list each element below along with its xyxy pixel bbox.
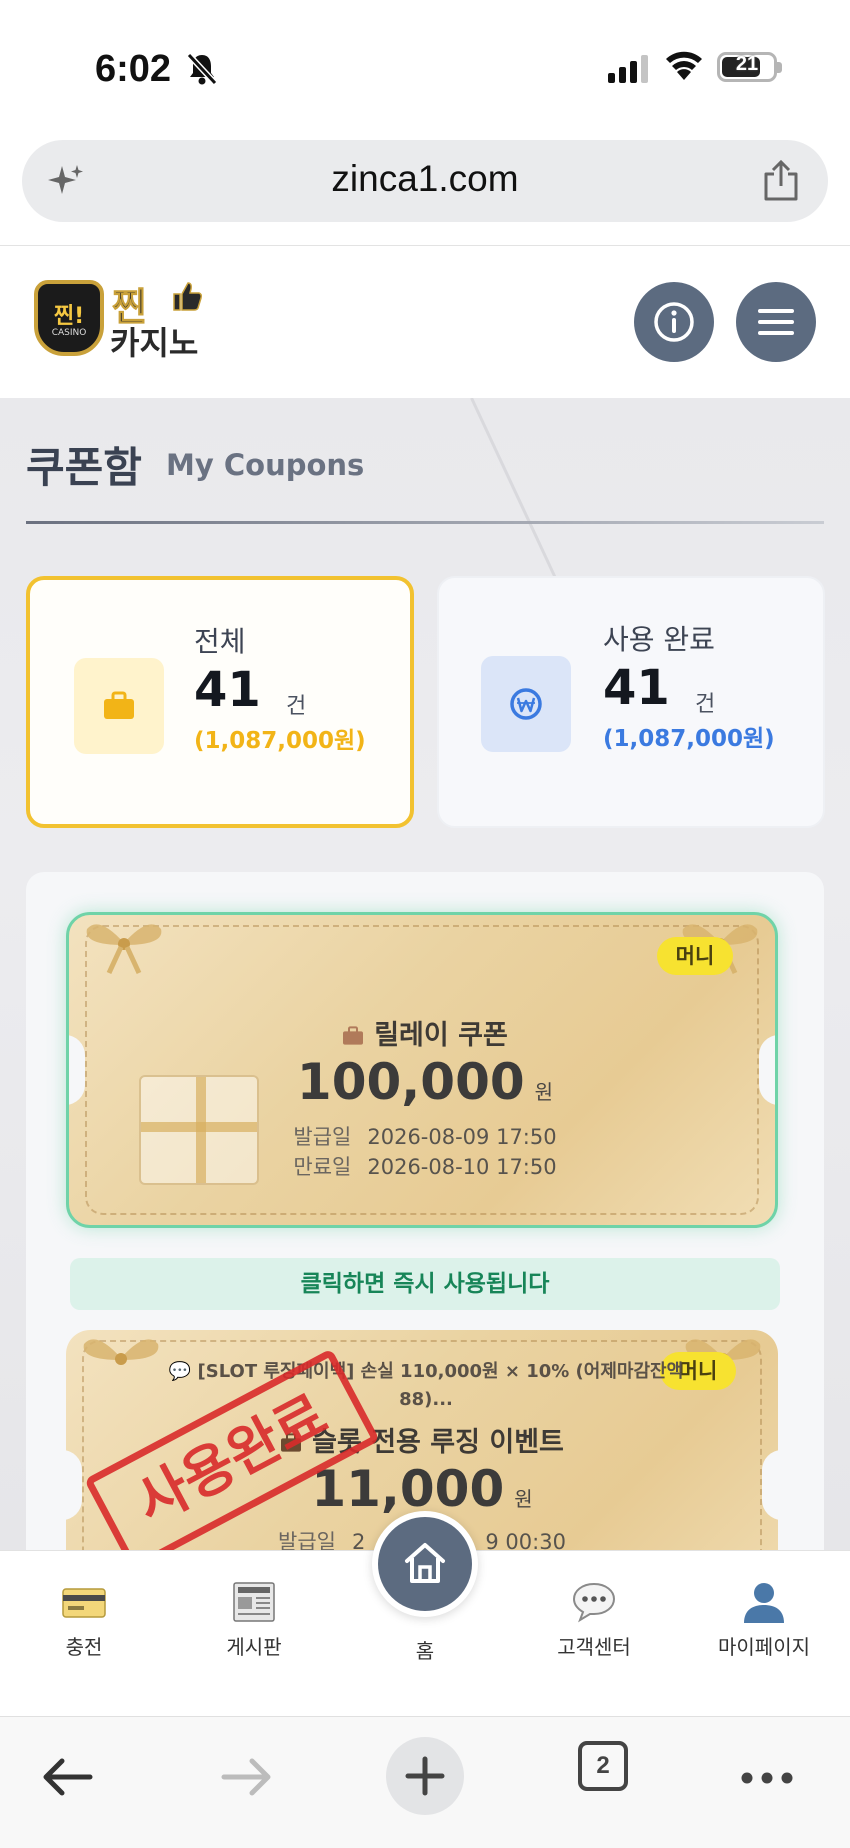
coupon-list: 머니 릴레이 쿠폰 100,000 원 발급일 2026-08-09 17:50 만…: [26, 872, 824, 1550]
browser-toolbar: 2: [0, 1716, 850, 1848]
logo-text-sub: 카지노: [110, 324, 199, 362]
status-bar: 6:02 21: [0, 0, 850, 130]
battery-icon: 21: [717, 52, 777, 82]
speech-bubble-icon: [570, 1581, 618, 1623]
stat-label: 사용 완료: [603, 623, 715, 656]
stat-amount: (1,087,000원): [194, 728, 366, 754]
nav-item-home[interactable]: [372, 1511, 478, 1617]
home-icon: [405, 1543, 445, 1583]
more-dots-icon[interactable]: [740, 1771, 794, 1785]
nav-item-board[interactable]: 게시판: [184, 1581, 324, 1660]
cellular-signal-icon: [608, 55, 648, 83]
share-icon[interactable]: [762, 160, 800, 202]
url-text[interactable]: zinca1.com: [22, 158, 828, 200]
bottom-nav: 충전 게시판 홈 고객센터 마이페이지: [0, 1511, 850, 1716]
use-coupon-hint[interactable]: 클릭하면 즉시 사용됩니다: [70, 1258, 780, 1310]
coupon-expiry-date: 만료일 2026-08-10 17:50: [293, 1155, 557, 1179]
ribbon-bow-icon: [83, 1339, 159, 1365]
coupon-card[interactable]: 머니 릴레이 쿠폰 100,000 원 발급일 2026-08-09 17:50 만…: [66, 912, 778, 1228]
address-bar[interactable]: zinca1.com: [22, 140, 828, 222]
page-subtitle: My Coupons: [166, 448, 365, 482]
battery-level: 21: [735, 53, 759, 75]
briefcase-icon: [104, 691, 134, 719]
nav-label-home: 홈: [415, 1639, 435, 1663]
nav-item-mypage[interactable]: 마이페이지: [694, 1581, 834, 1660]
user-icon: [740, 1581, 788, 1623]
hamburger-icon: [758, 309, 794, 335]
stat-unit: 건: [695, 692, 716, 717]
title-divider: [26, 521, 824, 524]
bell-muted-icon: [186, 52, 218, 86]
info-icon: [654, 302, 694, 342]
stat-card-used[interactable]: 사용 완료 41 건 (1,087,000원): [437, 576, 825, 828]
coupon-name: 릴레이 쿠폰: [69, 1013, 775, 1052]
site-logo[interactable]: 찐! CASINO 찐 카지노: [34, 276, 204, 366]
tabs-button[interactable]: 2: [578, 1741, 628, 1791]
back-arrow-icon[interactable]: [40, 1757, 94, 1797]
page-title: 쿠폰함: [26, 443, 142, 492]
wifi-icon: [666, 51, 702, 80]
main-content: 쿠폰함 My Coupons 전체 41 건 (1,087,000원) 사용 완…: [0, 398, 850, 1550]
logo-badge: 찐! CASINO: [34, 280, 104, 356]
nav-item-support[interactable]: 고객센터: [524, 1581, 664, 1660]
new-tab-button[interactable]: [386, 1737, 464, 1815]
info-button[interactable]: [634, 282, 714, 362]
stat-label: 전체: [194, 625, 246, 658]
stat-card-total[interactable]: 전체 41 건 (1,087,000원): [26, 576, 414, 828]
thumbs-up-icon: [173, 282, 202, 311]
stat-count: 41: [603, 660, 670, 716]
menu-button[interactable]: [736, 282, 816, 362]
won-coin-icon: [510, 688, 542, 720]
coupon-amount: 100,000 원: [296, 1053, 554, 1111]
stat-count: 41: [194, 662, 261, 718]
ribbon-bow-icon: [86, 924, 162, 975]
stat-icon-box: [74, 658, 164, 754]
coupon-issued-date: 발급일 2026-08-09 17:50: [293, 1125, 557, 1149]
nav-item-charge[interactable]: 충전: [14, 1581, 154, 1660]
briefcase-icon: [343, 1026, 364, 1045]
stat-amount: (1,087,000원): [603, 726, 775, 752]
status-time: 6:02: [95, 48, 172, 90]
plus-icon: [405, 1756, 445, 1796]
coupon-type-badge: 머니: [657, 937, 733, 975]
forward-arrow-icon[interactable]: [220, 1757, 274, 1797]
site-header: 찐! CASINO 찐 카지노: [0, 246, 850, 398]
stat-icon-box: [481, 656, 571, 752]
stat-unit: 건: [286, 694, 307, 719]
credit-card-icon: [60, 1581, 108, 1623]
newspaper-icon: [230, 1581, 278, 1623]
